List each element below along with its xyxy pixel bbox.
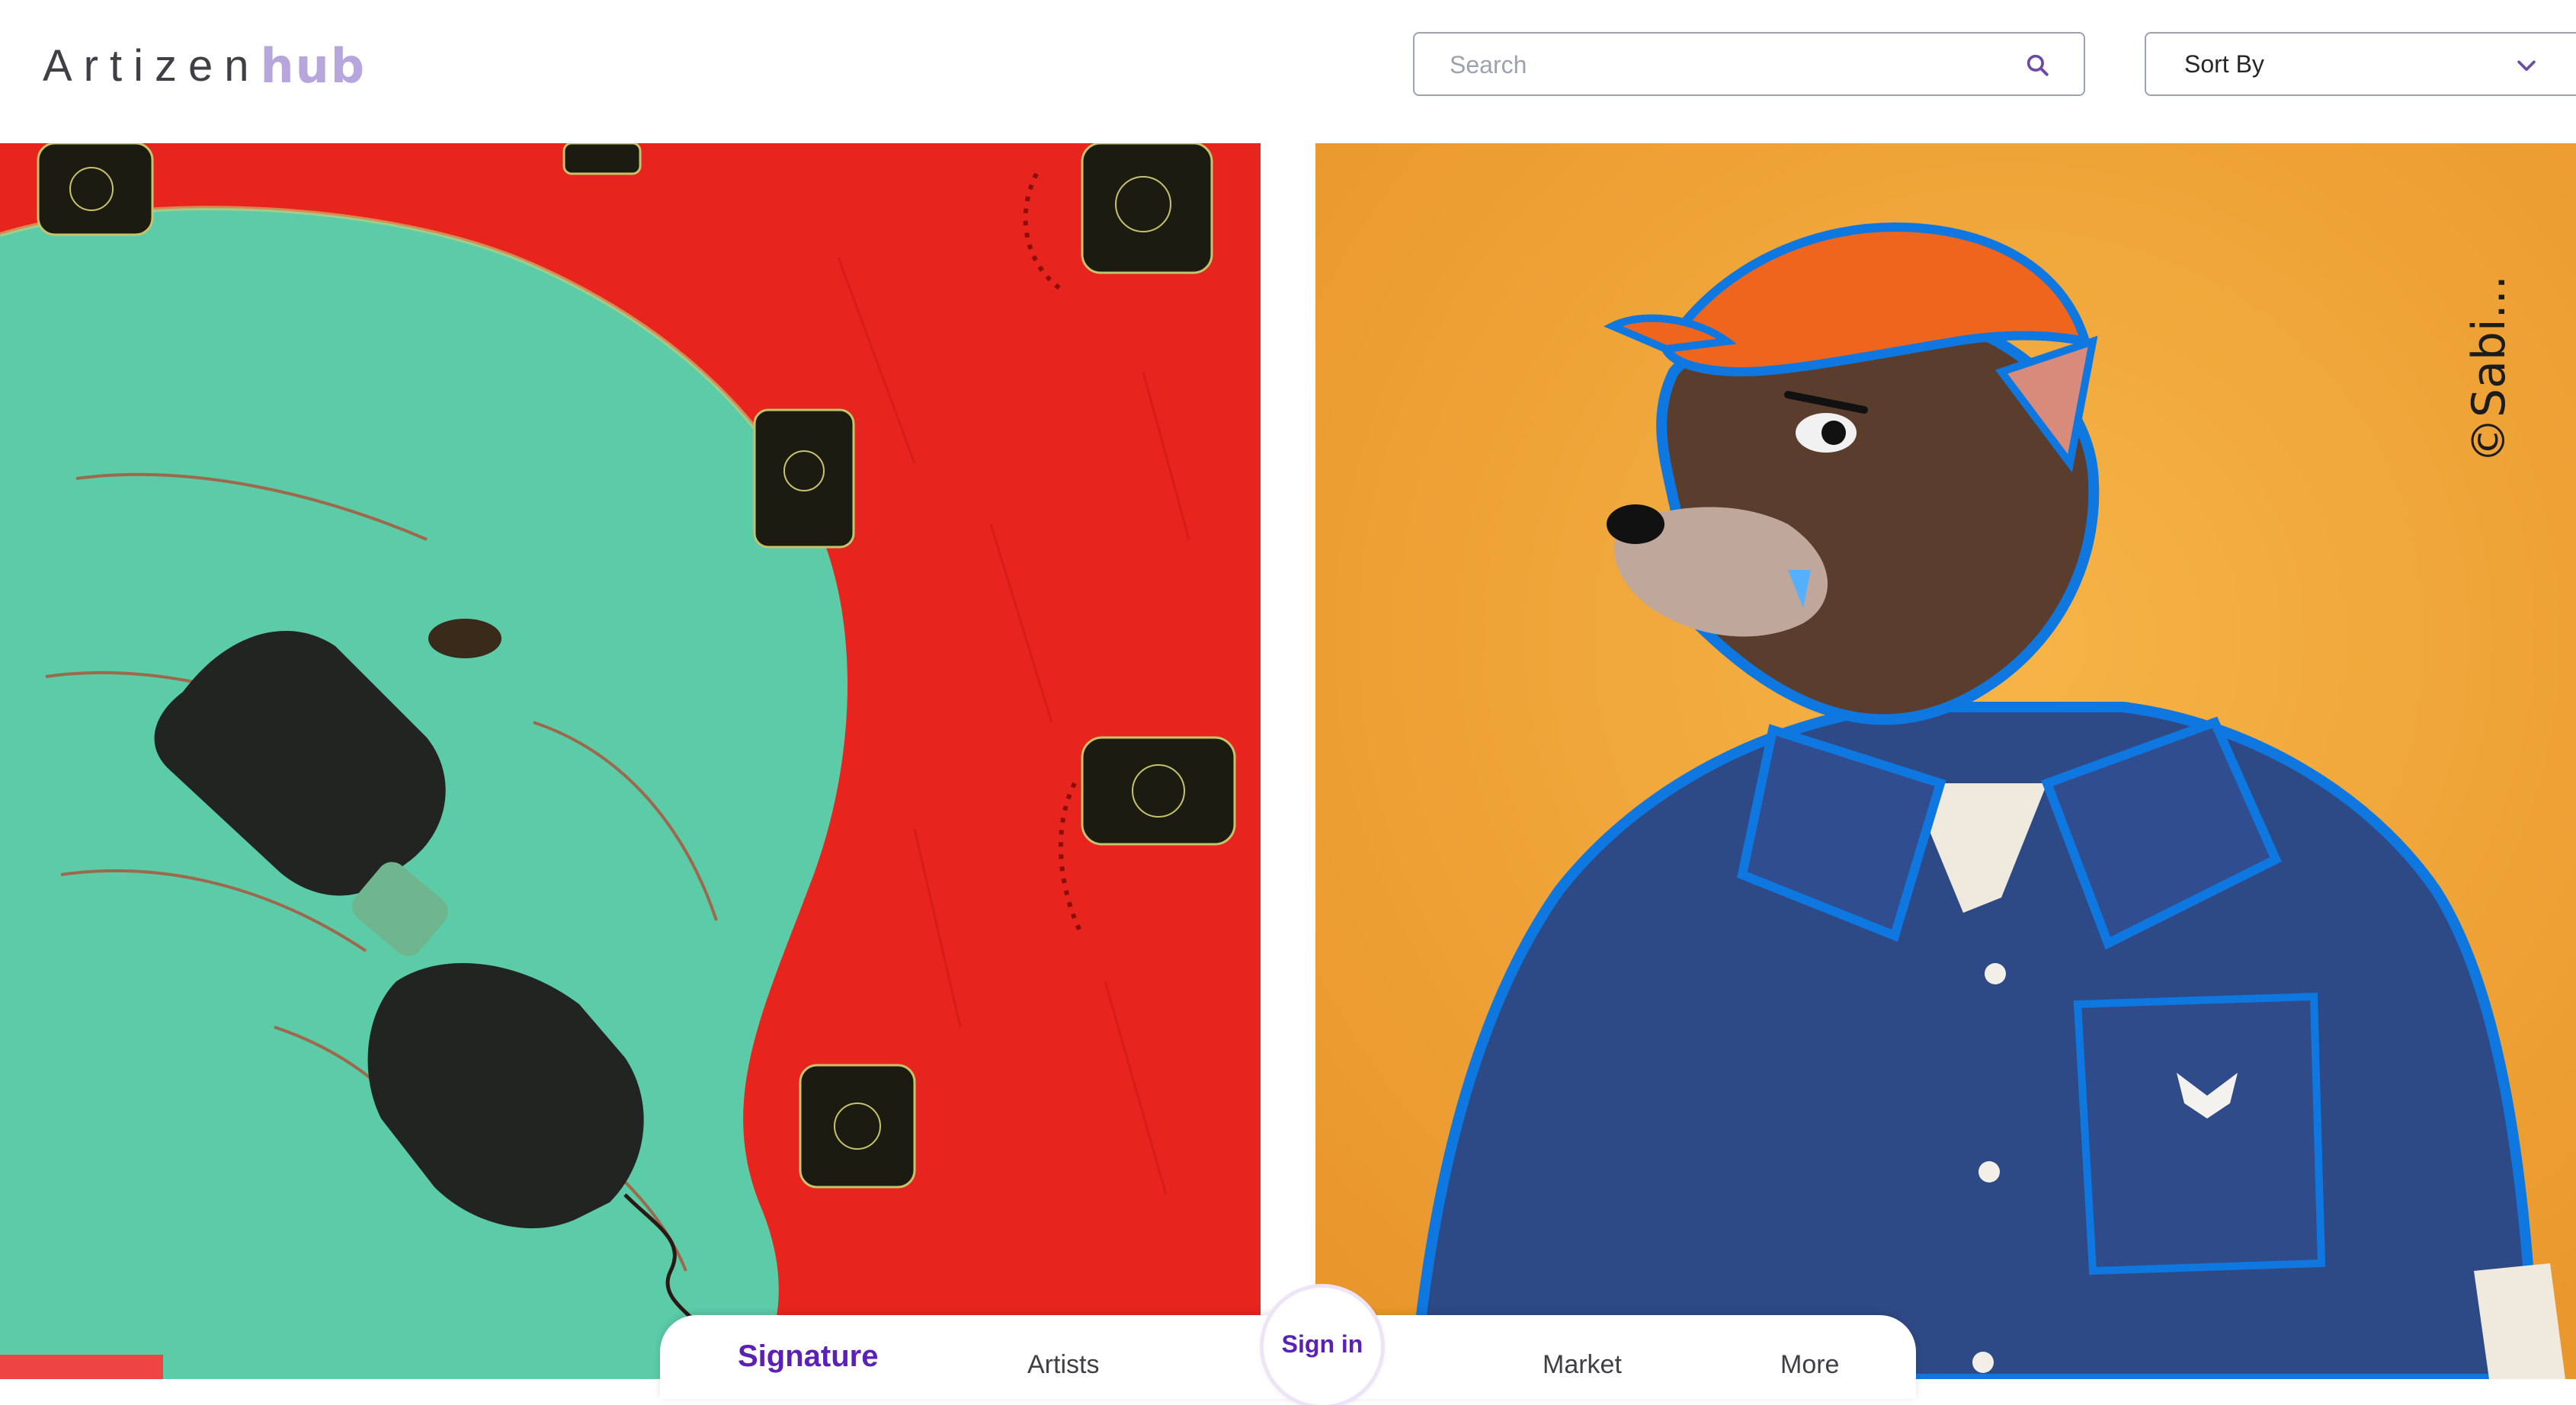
sort-by-label: Sort By [2184, 50, 2264, 78]
sign-in-button[interactable]: Sign in [1264, 1288, 1381, 1405]
artwork-card-elephant[interactable] [0, 143, 1261, 1379]
artwork-image-wolf: ©Sabi... [1315, 143, 2576, 1379]
logo-wordmark: Artizen [43, 40, 261, 91]
logo-accent: hub [260, 37, 367, 94]
artizen-hub-logo[interactable]: Artizen hub [43, 35, 366, 96]
artwork-card-wolf[interactable]: ©Sabi... [1315, 143, 2576, 1379]
nav-item-signature[interactable]: Signature [738, 1339, 878, 1374]
nav-item-artists[interactable]: Artists [1027, 1350, 1099, 1380]
red-label-strip [0, 1355, 163, 1379]
search-icon[interactable] [2024, 52, 2050, 78]
top-header: Artizen hub Sort By [0, 0, 2576, 143]
search-input[interactable] [1448, 34, 2030, 96]
search-box[interactable] [1413, 32, 2085, 96]
nav-item-more[interactable]: More [1780, 1350, 1839, 1380]
sign-in-label: Sign in [1281, 1330, 1363, 1358]
nav-item-market[interactable]: Market [1543, 1350, 1622, 1380]
svg-text:©Sabi...: ©Sabi... [2462, 275, 2516, 463]
artwork-image-elephant [0, 143, 1261, 1379]
chevron-down-icon [2517, 60, 2536, 72]
sort-by-dropdown[interactable]: Sort By [2145, 32, 2576, 96]
